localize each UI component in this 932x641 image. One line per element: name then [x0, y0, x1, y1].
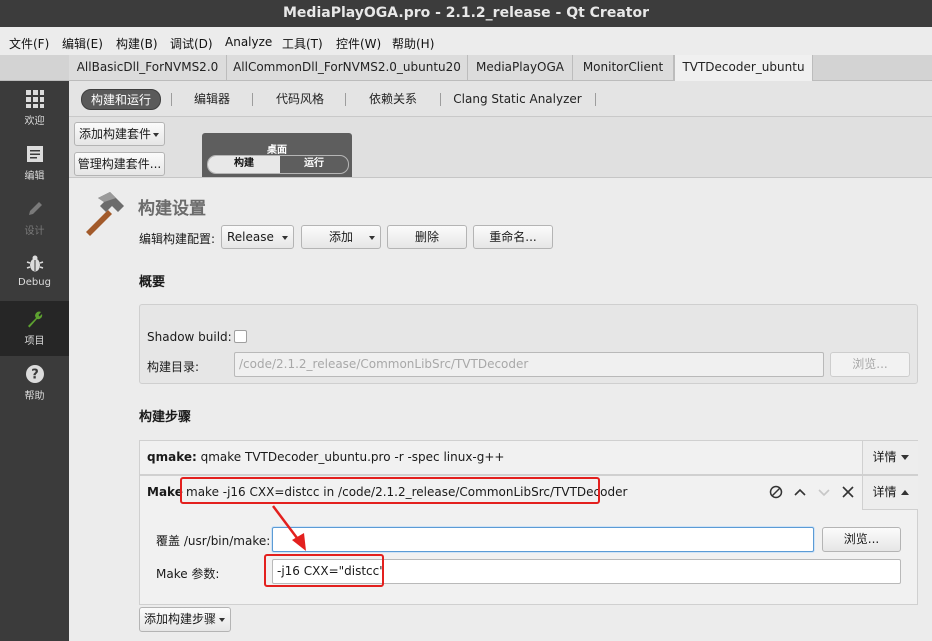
tab-separator [440, 93, 441, 106]
add-config-label: 添加 [328, 230, 353, 244]
help-icon: ? [25, 365, 44, 383]
chevron-down-icon [369, 236, 375, 240]
kit-panel-desktop: 桌面 构建 运行 [202, 133, 352, 177]
menu-debug[interactable]: 调试(D) [170, 35, 213, 52]
tab-clang-analyzer[interactable]: Clang Static Analyzer [450, 89, 585, 110]
mode-projects[interactable]: 项目 [0, 301, 69, 356]
annotation-highlight-make-args [264, 554, 384, 587]
chevron-down-icon [900, 455, 909, 460]
mode-debug-label: Debug [18, 277, 51, 288]
tab-separator [252, 93, 253, 106]
mode-sidebar: 欢迎 编辑 设计 Debug 项目 ? 帮助 [0, 81, 69, 641]
mode-debug[interactable]: Debug [0, 246, 69, 301]
menu-tools[interactable]: 工具(T) [282, 35, 323, 52]
add-build-step-label: 添加构建步骤 [144, 612, 217, 626]
document-icon [26, 146, 43, 162]
annotation-highlight-make-command [180, 477, 600, 504]
qmake-details-button[interactable]: 详情 [862, 441, 918, 474]
disable-step-icon[interactable] [768, 484, 784, 500]
make-label: Make [147, 485, 183, 499]
override-make-label: 覆盖 /usr/bin/make: [156, 534, 271, 548]
add-build-step-button[interactable]: 添加构建步骤 [139, 607, 231, 632]
project-tab-monitorclient[interactable]: MonitorClient [573, 55, 674, 80]
remove-step-icon[interactable] [840, 484, 856, 500]
edit-config-label: 编辑构建配置: [139, 232, 216, 246]
menu-help[interactable]: 帮助(H) [392, 35, 434, 52]
tab-separator [345, 93, 346, 106]
pencil-icon [28, 202, 42, 215]
grid-icon [25, 90, 44, 108]
tab-editor[interactable]: 编辑器 [182, 89, 242, 110]
project-tab-allbasicdll[interactable]: AllBasicDll_ForNVMS2.0 [69, 55, 227, 80]
project-tab-mediaplayoga[interactable]: MediaPlayOGA [468, 55, 573, 80]
bug-icon [26, 255, 43, 272]
override-make-field[interactable] [272, 527, 814, 552]
override-make-browse-button[interactable]: 浏览... [822, 527, 901, 552]
add-kit-button[interactable]: 添加构建套件 [74, 122, 165, 146]
menu-edit[interactable]: 编辑(E) [62, 35, 103, 52]
tab-separator [171, 93, 172, 106]
make-args-label: Make 参数: [156, 567, 220, 581]
kit-name: 桌面 [267, 145, 287, 156]
overview-heading: 概要 [139, 275, 166, 290]
build-steps-heading: 构建步骤 [139, 410, 192, 425]
mode-welcome-label: 欢迎 [24, 116, 45, 127]
mode-help-label: 帮助 [24, 391, 45, 402]
chevron-down-icon [219, 618, 225, 622]
manage-kits-button[interactable]: 管理构建套件... [74, 152, 165, 176]
move-down-icon[interactable] [816, 484, 832, 500]
build-dir-browse-button[interactable]: 浏览... [830, 352, 910, 377]
menu-bar: 文件(F) 编辑(E) 构建(B) 调试(D) Analyze 工具(T) 控件… [0, 32, 932, 54]
tab-code-style[interactable]: 代码风格 [264, 89, 336, 110]
project-tabs: AllBasicDll_ForNVMS2.0 AllCommonDll_ForN… [0, 55, 932, 81]
wrench-icon [27, 311, 42, 328]
annotation-arrow-icon [272, 505, 306, 551]
mode-edit-label: 编辑 [24, 171, 45, 182]
chevron-down-icon [282, 236, 288, 240]
mode-design-label: 设计 [24, 226, 45, 237]
project-settings-tabs: 构建和运行 编辑器 代码风格 依赖关系 Clang Static Analyze… [69, 81, 932, 117]
qmake-label: qmake: [147, 450, 197, 464]
qmake-step-summary: qmake: qmake TVTDecoder_ubuntu.pro -r -s… [147, 450, 504, 464]
qmake-command: qmake TVTDecoder_ubuntu.pro -r -spec lin… [200, 450, 505, 464]
page-title: 构建设置 [138, 199, 206, 219]
chevron-up-icon [900, 490, 909, 495]
kit-run-button[interactable]: 运行 [280, 156, 348, 173]
kit-build-run-toggle: 构建 运行 [207, 155, 349, 174]
make-details-button[interactable]: 详情 [862, 476, 918, 510]
menu-file[interactable]: 文件(F) [9, 35, 49, 52]
build-dir-label: 构建目录: [147, 360, 200, 374]
svg-text:?: ? [31, 368, 39, 383]
project-tab-allcommondll[interactable]: AllCommonDll_ForNVMS2.0_ubuntu20 [227, 55, 468, 80]
move-up-icon[interactable] [792, 484, 808, 500]
mode-welcome[interactable]: 欢迎 [0, 81, 69, 136]
mode-design[interactable]: 设计 [0, 191, 69, 246]
tab-dependencies[interactable]: 依赖关系 [357, 89, 429, 110]
kit-build-button[interactable]: 构建 [208, 156, 280, 173]
qmake-details-label: 详情 [872, 450, 897, 464]
add-kit-label: 添加构建套件 [79, 127, 152, 141]
tab-separator [595, 93, 596, 106]
project-tab-tvtdecoder[interactable]: TVTDecoder_ubuntu [674, 55, 813, 81]
window-title: MediaPlayOGA.pro - 2.1.2_release - Qt Cr… [0, 0, 932, 27]
delete-config-button[interactable]: 删除 [387, 225, 467, 249]
chevron-down-icon [153, 133, 159, 137]
shadow-build-label: Shadow build: [147, 330, 232, 344]
menu-analyze[interactable]: Analyze [225, 35, 272, 49]
build-config-value: Release [227, 230, 274, 244]
build-dir-field[interactable]: /code/2.1.2_release/CommonLibSrc/TVTDeco… [234, 352, 824, 377]
menu-build[interactable]: 构建(B) [116, 35, 158, 52]
menu-widgets[interactable]: 控件(W) [336, 35, 381, 52]
mode-projects-label: 项目 [24, 336, 45, 347]
hammer-icon [86, 192, 124, 236]
add-config-button[interactable]: 添加 [301, 225, 381, 249]
tab-build-run[interactable]: 构建和运行 [81, 89, 161, 110]
make-details-label: 详情 [872, 485, 897, 499]
mode-help[interactable]: ? 帮助 [0, 356, 69, 411]
build-config-select[interactable]: Release [221, 225, 294, 249]
kit-selector-area [69, 117, 932, 178]
mode-edit[interactable]: 编辑 [0, 136, 69, 191]
rename-config-button[interactable]: 重命名... [473, 225, 553, 249]
shadow-build-checkbox[interactable] [234, 330, 247, 343]
